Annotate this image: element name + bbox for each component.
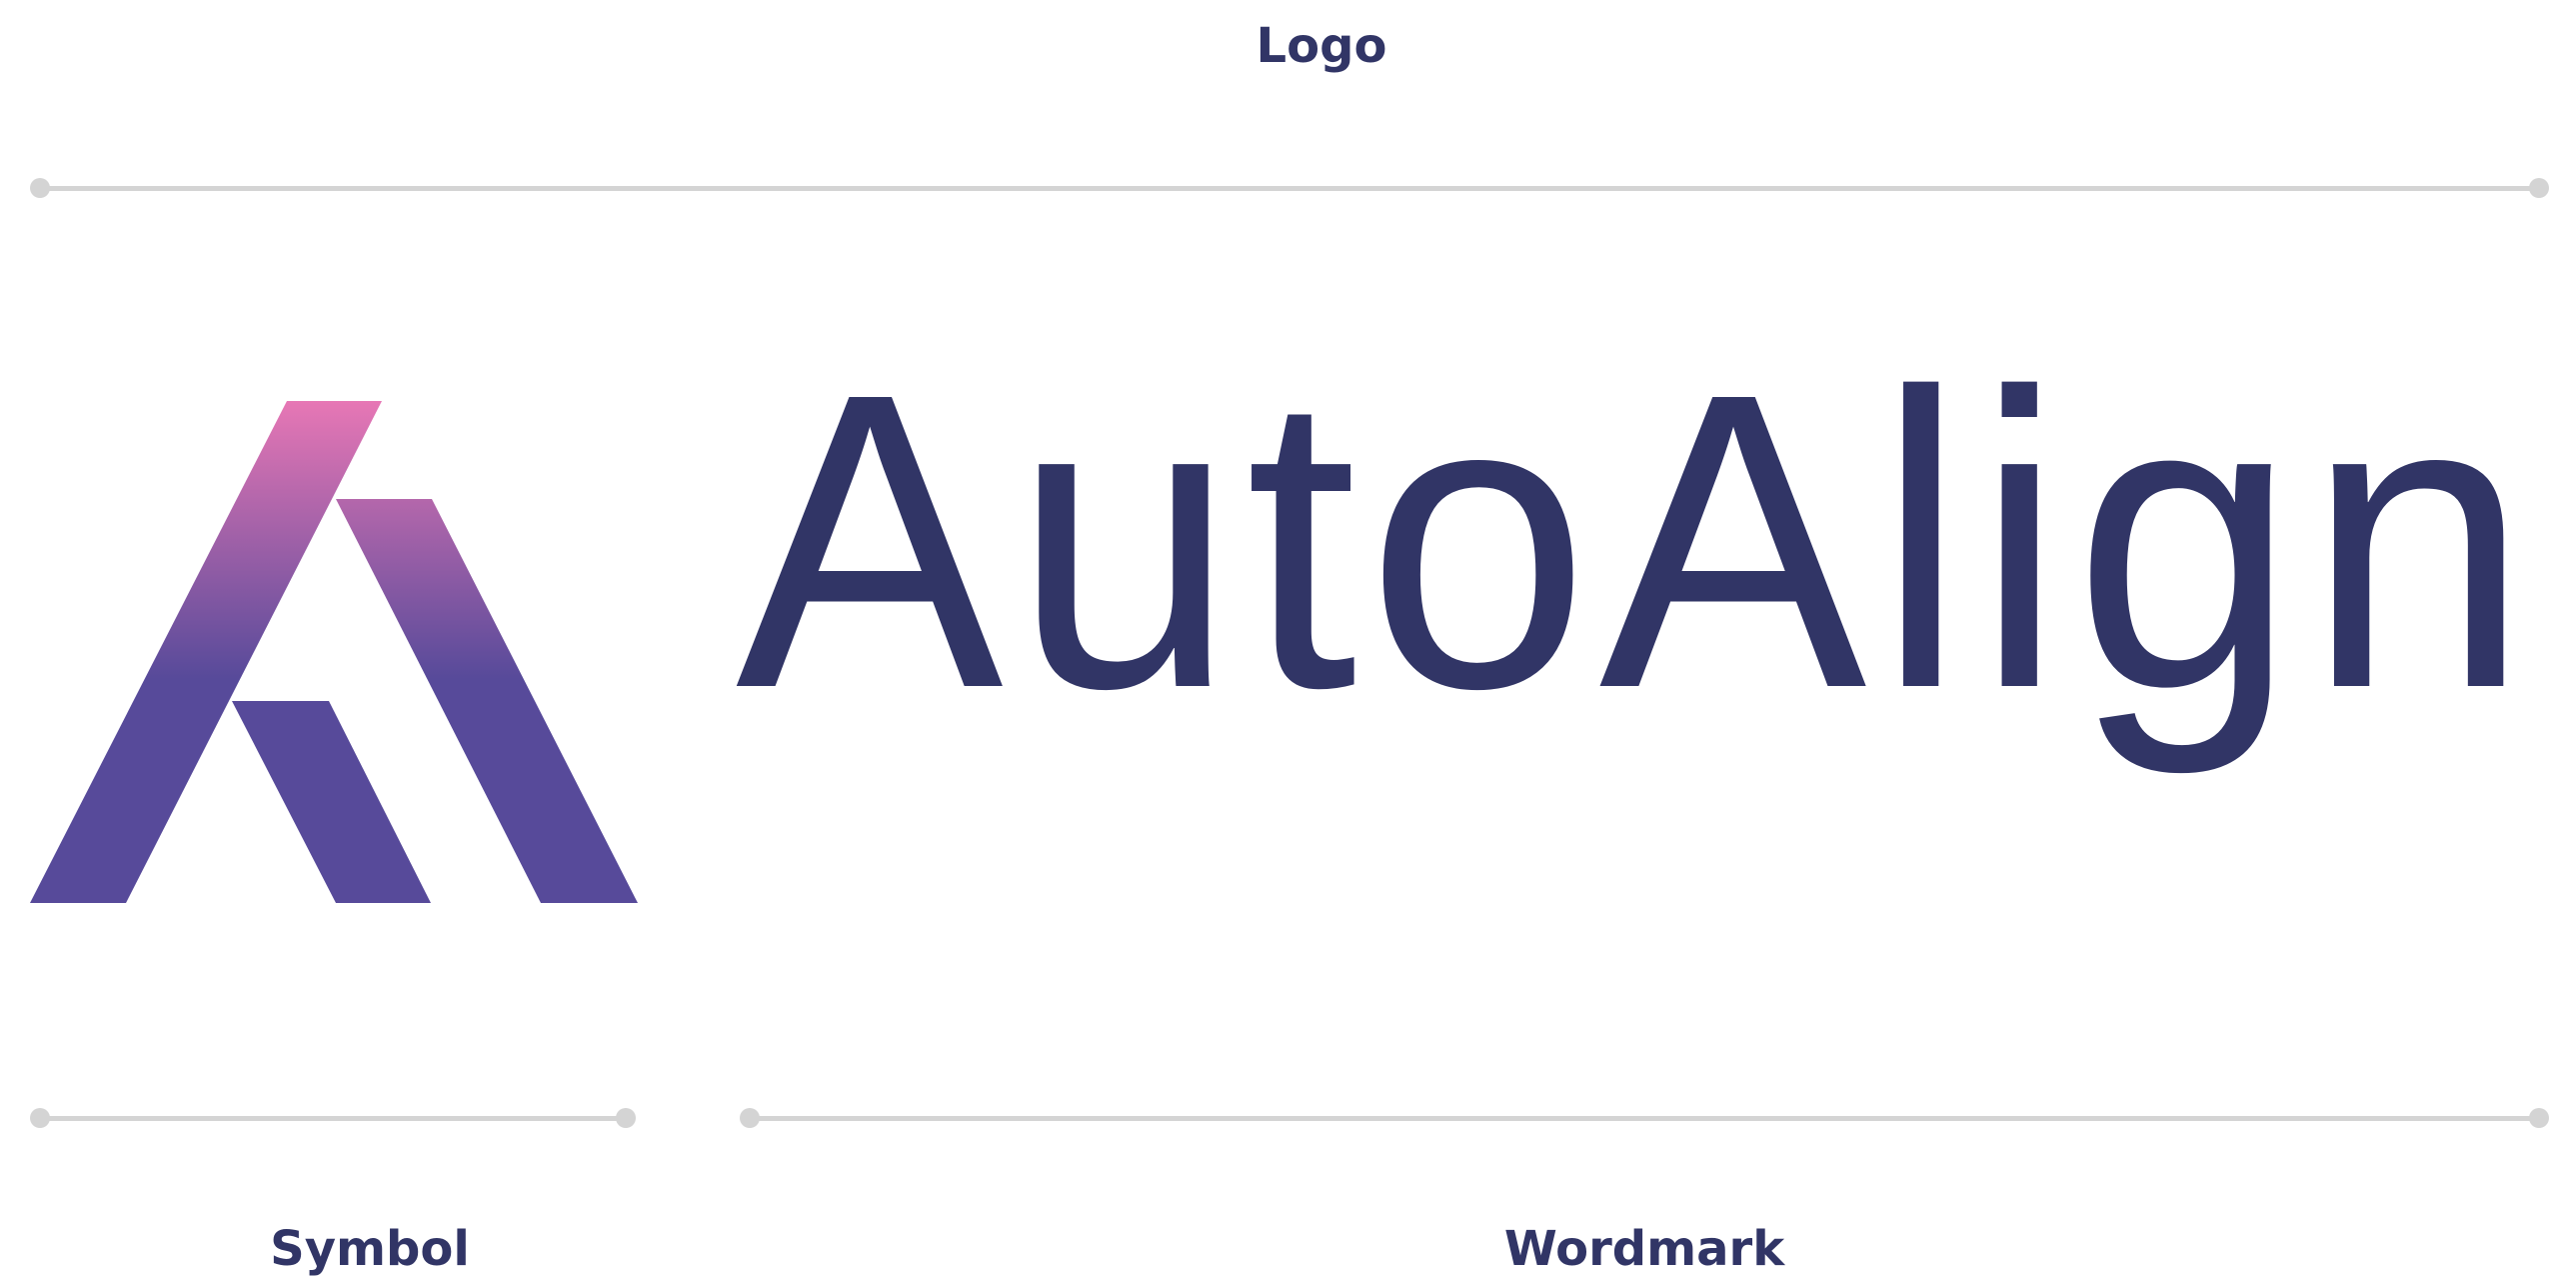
symbol-dimension-end-dot bbox=[616, 1108, 636, 1128]
wordmark-caption: Wordmark bbox=[1503, 1221, 1785, 1277]
wordmark-dimension-start-dot bbox=[740, 1108, 760, 1128]
symbol-dimension-start-dot bbox=[30, 1108, 50, 1128]
logo-dimension-start-dot bbox=[30, 178, 50, 198]
symbol-dimension-line bbox=[40, 1116, 626, 1121]
wordmark-text: AutoAlign bbox=[736, 307, 2539, 776]
autoalign-symbol-mark bbox=[30, 401, 638, 903]
wordmark-dimension-line bbox=[750, 1116, 2539, 1121]
symbol-inner-stroke bbox=[232, 701, 431, 903]
symbol-caption: Symbol bbox=[270, 1221, 470, 1277]
logo-dimension-end-dot bbox=[2529, 178, 2549, 198]
wordmark-dimension-end-dot bbox=[2529, 1108, 2549, 1128]
logo-caption: Logo bbox=[1256, 18, 1387, 74]
logo-dimension-line bbox=[40, 186, 2539, 191]
